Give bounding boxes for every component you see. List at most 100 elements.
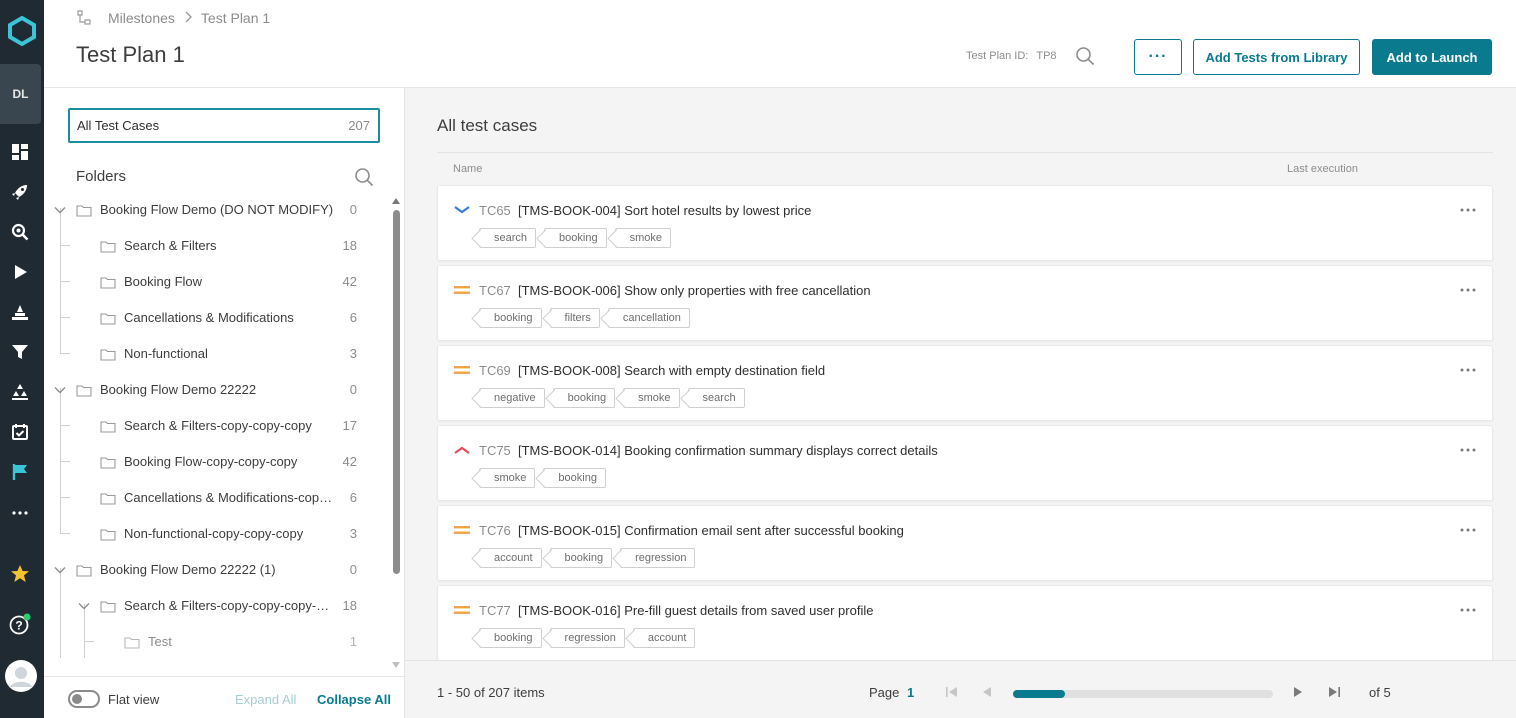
folder-tree-item[interactable]: Test 1 [44, 624, 357, 658]
previous-page-icon[interactable] [980, 685, 994, 699]
test-case-card[interactable]: TC69 [TMS-BOOK-008] Search with empty des… [437, 345, 1493, 421]
milestones-icon[interactable] [9, 461, 31, 483]
folder-tree-item[interactable]: Booking Flow 42 [44, 264, 357, 300]
tag[interactable]: regression [549, 628, 625, 648]
tag[interactable]: smoke [623, 388, 680, 408]
search-icon[interactable] [1075, 46, 1095, 66]
tag[interactable]: booking [552, 388, 616, 408]
test-case-card[interactable]: TC75 [TMS-BOOK-014] Booking confirmation … [437, 425, 1493, 501]
more-icon[interactable] [9, 501, 31, 523]
tag[interactable]: smoke [479, 468, 536, 488]
folder-tree-item[interactable]: Cancellations & Modifications 6 [44, 300, 357, 336]
tag[interactable]: account [479, 548, 542, 568]
folder-tree-item[interactable]: Non-functional 3 [44, 336, 357, 372]
test-case-name[interactable]: [TMS-BOOK-016] Pre-fill guest details fr… [518, 603, 873, 618]
launches-icon[interactable] [9, 181, 31, 203]
folder-tree-item[interactable]: Search & Filters-copy-copy-copy 17 [44, 408, 357, 444]
run-icon[interactable] [9, 261, 31, 283]
test-case-name[interactable]: [TMS-BOOK-006] Show only properties with… [518, 283, 871, 298]
folder-count: 6 [349, 310, 357, 325]
chevron-down-icon[interactable] [54, 204, 66, 216]
card-more-icon[interactable] [1460, 440, 1476, 456]
test-case-card[interactable]: TC67 [TMS-BOOK-006] Show only properties … [437, 265, 1493, 341]
tree-connector [60, 317, 70, 318]
folder-tree-item[interactable]: Booking Flow Demo 22222 (1) 0 [44, 552, 357, 588]
tree-connector [60, 497, 70, 498]
favorites-icon[interactable] [9, 563, 31, 585]
breadcrumb-milestones-link[interactable]: Milestones [108, 10, 175, 26]
tag[interactable]: filters [549, 308, 600, 328]
next-page-icon[interactable] [1291, 685, 1305, 699]
filters-icon[interactable] [9, 221, 31, 243]
column-header-last-execution[interactable]: Last execution [1287, 163, 1358, 175]
folder-tree-item[interactable]: Booking Flow-copy-copy-copy 42 [44, 444, 357, 480]
test-case-name[interactable]: [TMS-BOOK-015] Confirmation email sent a… [518, 523, 904, 538]
card-more-icon[interactable] [1460, 280, 1476, 296]
card-more-icon[interactable] [1460, 600, 1476, 616]
funnel-icon[interactable] [9, 341, 31, 363]
flat-view-toggle[interactable] [68, 690, 100, 708]
tag[interactable]: booking [544, 228, 607, 248]
tag[interactable]: cancellation [607, 308, 690, 328]
current-page-number[interactable]: 1 [907, 685, 914, 700]
folder-count: 18 [342, 598, 357, 613]
collapse-all-button[interactable]: Collapse All [317, 692, 391, 707]
all-test-cases-filter[interactable]: All Test Cases 207 [68, 108, 380, 143]
folder-tree-item[interactable]: Booking Flow Demo (DO NOT MODIFY) 0 [44, 192, 357, 228]
last-page-icon[interactable] [1327, 685, 1341, 699]
folder-tree-item[interactable]: Search & Filters-copy-copy-copy-copy 18 [44, 588, 357, 624]
folder-tree-item[interactable]: Booking Flow Demo 22222 0 [44, 372, 357, 408]
folder-name: Booking Flow Demo 22222 [100, 382, 257, 397]
page-progress-track[interactable] [1013, 690, 1273, 698]
help-icon[interactable]: ? [9, 613, 31, 635]
tag[interactable]: regression [620, 548, 696, 568]
tag[interactable]: search [687, 388, 745, 408]
breadcrumb: Milestones Test Plan 1 [76, 8, 270, 28]
tag[interactable]: negative [479, 388, 545, 408]
user-avatar[interactable] [5, 660, 37, 692]
test-library-icon[interactable] [9, 301, 31, 323]
test-case-name[interactable]: [TMS-BOOK-014] Booking confirmation summ… [518, 443, 938, 458]
tag[interactable]: booking [543, 468, 606, 488]
tag[interactable]: booking [549, 548, 613, 568]
add-tests-from-library-button[interactable]: Add Tests from Library [1193, 39, 1360, 75]
tag[interactable]: booking [479, 308, 542, 328]
folder-tree-item[interactable]: Non-functional-copy-copy-copy 3 [44, 516, 357, 552]
folder-icon [100, 600, 116, 613]
first-page-icon[interactable] [945, 685, 959, 699]
folder-search-icon[interactable] [354, 167, 374, 187]
tag[interactable]: booking [479, 628, 542, 648]
priority-medium-icon [453, 603, 471, 617]
folder-tree-item[interactable]: Search & Filters 18 [44, 228, 357, 264]
more-actions-button[interactable]: ··· [1134, 39, 1182, 75]
test-case-name[interactable]: [TMS-BOOK-004] Sort hotel results by low… [518, 203, 811, 218]
chevron-down-icon[interactable] [54, 564, 66, 576]
dashboard-icon[interactable] [9, 141, 31, 163]
card-more-icon[interactable] [1460, 520, 1476, 536]
tag[interactable]: search [479, 228, 537, 248]
folder-tree-item[interactable]: Cancellations & Modifications-copy-copy-… [44, 480, 357, 516]
tag[interactable]: smoke [614, 228, 671, 248]
hierarchy-tree-icon [76, 10, 92, 26]
card-more-icon[interactable] [1460, 360, 1476, 376]
chevron-down-icon[interactable] [54, 384, 66, 396]
tag[interactable]: account [632, 628, 696, 648]
app-logo-icon[interactable] [7, 16, 37, 46]
hierarchy-icon[interactable] [9, 381, 31, 403]
column-header-name[interactable]: Name [453, 163, 482, 175]
folder-icon [76, 564, 92, 577]
test-case-card[interactable]: TC76 [TMS-BOOK-015] Confirmation email se… [437, 505, 1493, 581]
card-more-icon[interactable] [1460, 200, 1476, 216]
chevron-down-icon[interactable] [78, 600, 90, 612]
tag-list: smoke booking [479, 468, 606, 488]
test-plans-icon[interactable] [9, 421, 31, 443]
add-to-launch-button[interactable]: Add to Launch [1372, 39, 1492, 75]
folder-scrollbar-thumb[interactable] [393, 210, 400, 574]
folder-name: Booking Flow Demo 22222 (1) [100, 562, 276, 577]
tag-list: booking regression account [479, 628, 696, 648]
test-case-card[interactable]: TC65 [TMS-BOOK-004] Sort hotel results by… [437, 185, 1493, 261]
test-case-name[interactable]: [TMS-BOOK-008] Search with empty destina… [518, 363, 825, 378]
expand-all-button[interactable]: Expand All [235, 692, 296, 707]
test-case-card[interactable]: TC77 [TMS-BOOK-016] Pre-fill guest detail… [437, 585, 1493, 660]
project-switcher[interactable]: DL [0, 64, 41, 124]
